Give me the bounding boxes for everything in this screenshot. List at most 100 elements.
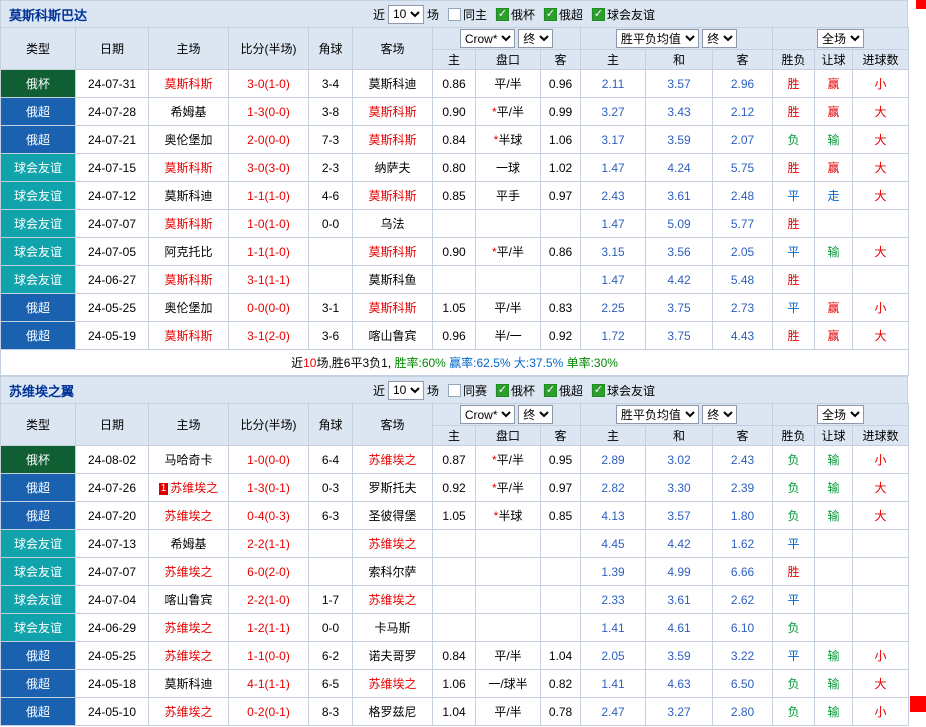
- cell-handicap: [476, 558, 541, 586]
- cell-corners: 3-6: [309, 322, 353, 350]
- cell-avg-home: 1.41: [581, 614, 646, 642]
- col-type: 类型: [1, 404, 76, 446]
- games-count-select[interactable]: 10: [388, 381, 424, 400]
- cell-corners: 1-7: [309, 586, 353, 614]
- cell-away-team[interactable]: 卡马斯: [353, 614, 433, 642]
- cell-match-type: 球会友谊: [1, 182, 76, 210]
- odds-final-select[interactable]: 终: [518, 405, 553, 424]
- cell-avg-draw: 3.57: [646, 70, 713, 98]
- cell-home-team[interactable]: 1苏维埃之: [149, 474, 229, 502]
- cell-away-team[interactable]: 喀山鲁宾: [353, 322, 433, 350]
- cell-handicap: [476, 586, 541, 614]
- cell-home-team[interactable]: 莫斯科斯: [149, 210, 229, 238]
- cell-away-team[interactable]: 索科尔萨: [353, 558, 433, 586]
- cell-home-team[interactable]: 阿克托比: [149, 238, 229, 266]
- checkbox-球会友谊[interactable]: [592, 8, 605, 21]
- cell-home-team[interactable]: 莫斯科斯: [149, 322, 229, 350]
- cell-away-team[interactable]: 乌法: [353, 210, 433, 238]
- filter-bar: 莫斯科斯巴达 近 10 场 同主俄杯俄超球会友谊: [0, 0, 908, 27]
- cell-home-team[interactable]: 苏维埃之: [149, 614, 229, 642]
- cell-away-team[interactable]: 格罗兹尼: [353, 698, 433, 726]
- cell-avg-away: 1.80: [713, 502, 773, 530]
- cell-away-team[interactable]: 苏维埃之: [353, 446, 433, 474]
- avg-final-select[interactable]: 终: [702, 405, 737, 424]
- cell-away-team[interactable]: 罗斯托夫: [353, 474, 433, 502]
- cell-home-team[interactable]: 苏维埃之: [149, 642, 229, 670]
- cell-odds-away: 0.78: [541, 698, 581, 726]
- cell-avg-away: 2.05: [713, 238, 773, 266]
- checkbox-俄杯[interactable]: [496, 384, 509, 397]
- cell-away-team[interactable]: 苏维埃之: [353, 530, 433, 558]
- checkbox-球会友谊[interactable]: [592, 384, 605, 397]
- cell-home-team[interactable]: 喀山鲁宾: [149, 586, 229, 614]
- cell-away-team[interactable]: 圣彼得堡: [353, 502, 433, 530]
- cell-result: 平: [773, 530, 815, 558]
- cell-goals: [853, 266, 909, 294]
- cell-handicap-result: 走: [815, 182, 853, 210]
- cell-away-team[interactable]: 莫斯科迪: [353, 70, 433, 98]
- match-row: 俄超24-05-25苏维埃之1-1(0-0)6-2诺夫哥罗0.84平/半1.04…: [1, 642, 909, 670]
- checkbox-俄杯[interactable]: [496, 8, 509, 21]
- col-away: 客场: [353, 28, 433, 70]
- checkbox-同赛[interactable]: [448, 384, 461, 397]
- cell-odds-away: 0.85: [541, 502, 581, 530]
- cell-away-team[interactable]: 苏维埃之: [353, 586, 433, 614]
- cell-goals: [853, 558, 909, 586]
- checkbox-俄超[interactable]: [544, 8, 557, 21]
- scope-select[interactable]: 全场: [817, 405, 864, 424]
- cell-match-type: 球会友谊: [1, 614, 76, 642]
- cell-home-team[interactable]: 苏维埃之: [149, 698, 229, 726]
- cell-away-team[interactable]: 莫斯科斯: [353, 182, 433, 210]
- odds-company-select[interactable]: Crow*: [460, 29, 515, 48]
- cell-goals: 小: [853, 698, 909, 726]
- cell-match-type: 俄超: [1, 474, 76, 502]
- cell-home-team[interactable]: 苏维埃之: [149, 502, 229, 530]
- cell-away-team[interactable]: 莫斯科斯: [353, 238, 433, 266]
- avg-type-select[interactable]: 胜平负均值: [616, 29, 699, 48]
- cell-handicap: 一球: [476, 154, 541, 182]
- cell-avg-draw: 3.61: [646, 586, 713, 614]
- cell-goals: 大: [853, 182, 909, 210]
- cell-away-team[interactable]: 诺夫哥罗: [353, 642, 433, 670]
- cell-avg-away: 2.39: [713, 474, 773, 502]
- cell-away-team[interactable]: 苏维埃之: [353, 670, 433, 698]
- cell-home-team[interactable]: 奥伦堡加: [149, 126, 229, 154]
- cell-match-type: 球会友谊: [1, 558, 76, 586]
- cell-home-team[interactable]: 莫斯科斯: [149, 70, 229, 98]
- cell-away-team[interactable]: 莫斯科斯: [353, 126, 433, 154]
- cell-date: 24-07-12: [76, 182, 149, 210]
- cell-home-team[interactable]: 莫斯科斯: [149, 266, 229, 294]
- cell-handicap-result: 赢: [815, 154, 853, 182]
- odds-company-select[interactable]: Crow*: [460, 405, 515, 424]
- cell-home-team[interactable]: 希姆基: [149, 530, 229, 558]
- cell-home-team[interactable]: 苏维埃之: [149, 558, 229, 586]
- cell-home-team[interactable]: 莫斯科迪: [149, 670, 229, 698]
- scope-select[interactable]: 全场: [817, 29, 864, 48]
- checkbox-label: 同主: [463, 8, 487, 22]
- cell-home-team[interactable]: 莫斯科迪: [149, 182, 229, 210]
- cell-date: 24-07-07: [76, 210, 149, 238]
- avg-final-select[interactable]: 终: [702, 29, 737, 48]
- checkbox-俄超[interactable]: [544, 384, 557, 397]
- avg-type-select[interactable]: 胜平负均值: [616, 405, 699, 424]
- cell-away-team[interactable]: 莫斯科斯: [353, 98, 433, 126]
- cell-avg-draw: 4.63: [646, 670, 713, 698]
- cell-home-team[interactable]: 马哈奇卡: [149, 446, 229, 474]
- cell-away-team[interactable]: 莫斯科鱼: [353, 266, 433, 294]
- cell-home-team[interactable]: 希姆基: [149, 98, 229, 126]
- cell-result: 胜: [773, 266, 815, 294]
- red-card-badge: 1: [159, 483, 169, 495]
- cell-result: 负: [773, 446, 815, 474]
- cell-away-team[interactable]: 莫斯科斯: [353, 294, 433, 322]
- red-marker-top: [916, 0, 926, 9]
- cell-goals: 大: [853, 238, 909, 266]
- cell-home-team[interactable]: 莫斯科斯: [149, 154, 229, 182]
- odds-final-select[interactable]: 终: [518, 29, 553, 48]
- cell-corners: [309, 238, 353, 266]
- col-score: 比分(半场): [229, 404, 309, 446]
- games-count-select[interactable]: 10: [388, 5, 424, 24]
- filter-controls: 近 10 场 同赛俄杯俄超球会友谊: [373, 381, 655, 400]
- cell-home-team[interactable]: 奥伦堡加: [149, 294, 229, 322]
- checkbox-同主[interactable]: [448, 8, 461, 21]
- cell-away-team[interactable]: 纳萨夫: [353, 154, 433, 182]
